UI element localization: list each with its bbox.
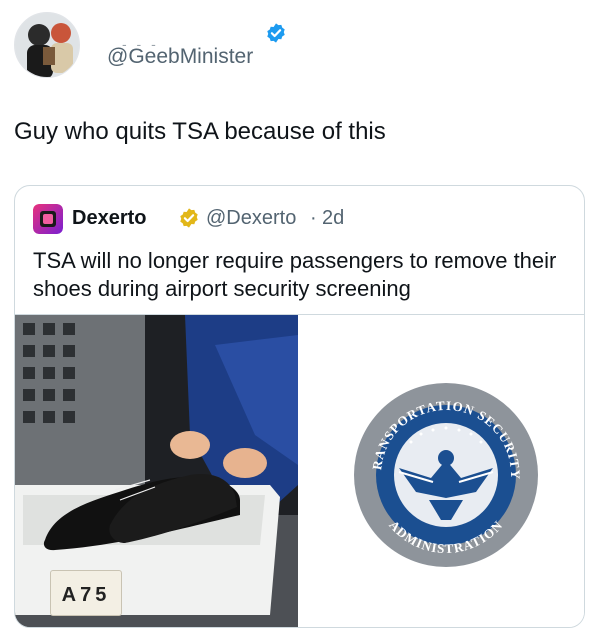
quoted-author-handle[interactable]: @Dexerto	[206, 207, 296, 230]
dexerto-avatar[interactable]	[33, 204, 63, 234]
author-avatar[interactable]	[14, 12, 80, 78]
verified-badge-icon	[267, 23, 285, 43]
quoted-tweet-card[interactable]: Dexerto @Dexerto · 2d TSA will no longer…	[14, 185, 585, 628]
tweet-header: - - - @GeebMinister	[14, 12, 589, 78]
quoted-author-name[interactable]: Dexerto	[72, 207, 146, 230]
quoted-timestamp[interactable]: 2d	[322, 207, 344, 230]
quoted-tweet-text: TSA will no longer require passengers to…	[33, 248, 557, 301]
bin-label-text: A75	[61, 584, 111, 606]
author-handle[interactable]: @GeebMinister	[107, 45, 253, 69]
separator-dot: ·	[310, 207, 317, 229]
tsa-seal-logo: TRANSPORTATION SECURITY ADMINISTRATION	[346, 368, 541, 570]
tweet-text: Guy who quits TSA because of this	[14, 118, 386, 145]
quoted-tweet-header: Dexerto @Dexerto · 2d	[33, 204, 573, 234]
tsa-seal-image[interactable]: TRANSPORTATION SECURITY ADMINISTRATION	[301, 315, 584, 627]
quoted-media[interactable]: A75 TRANSPORTATION SECURITY ADMINIST	[15, 314, 584, 627]
gold-verified-badge-icon	[180, 208, 198, 228]
